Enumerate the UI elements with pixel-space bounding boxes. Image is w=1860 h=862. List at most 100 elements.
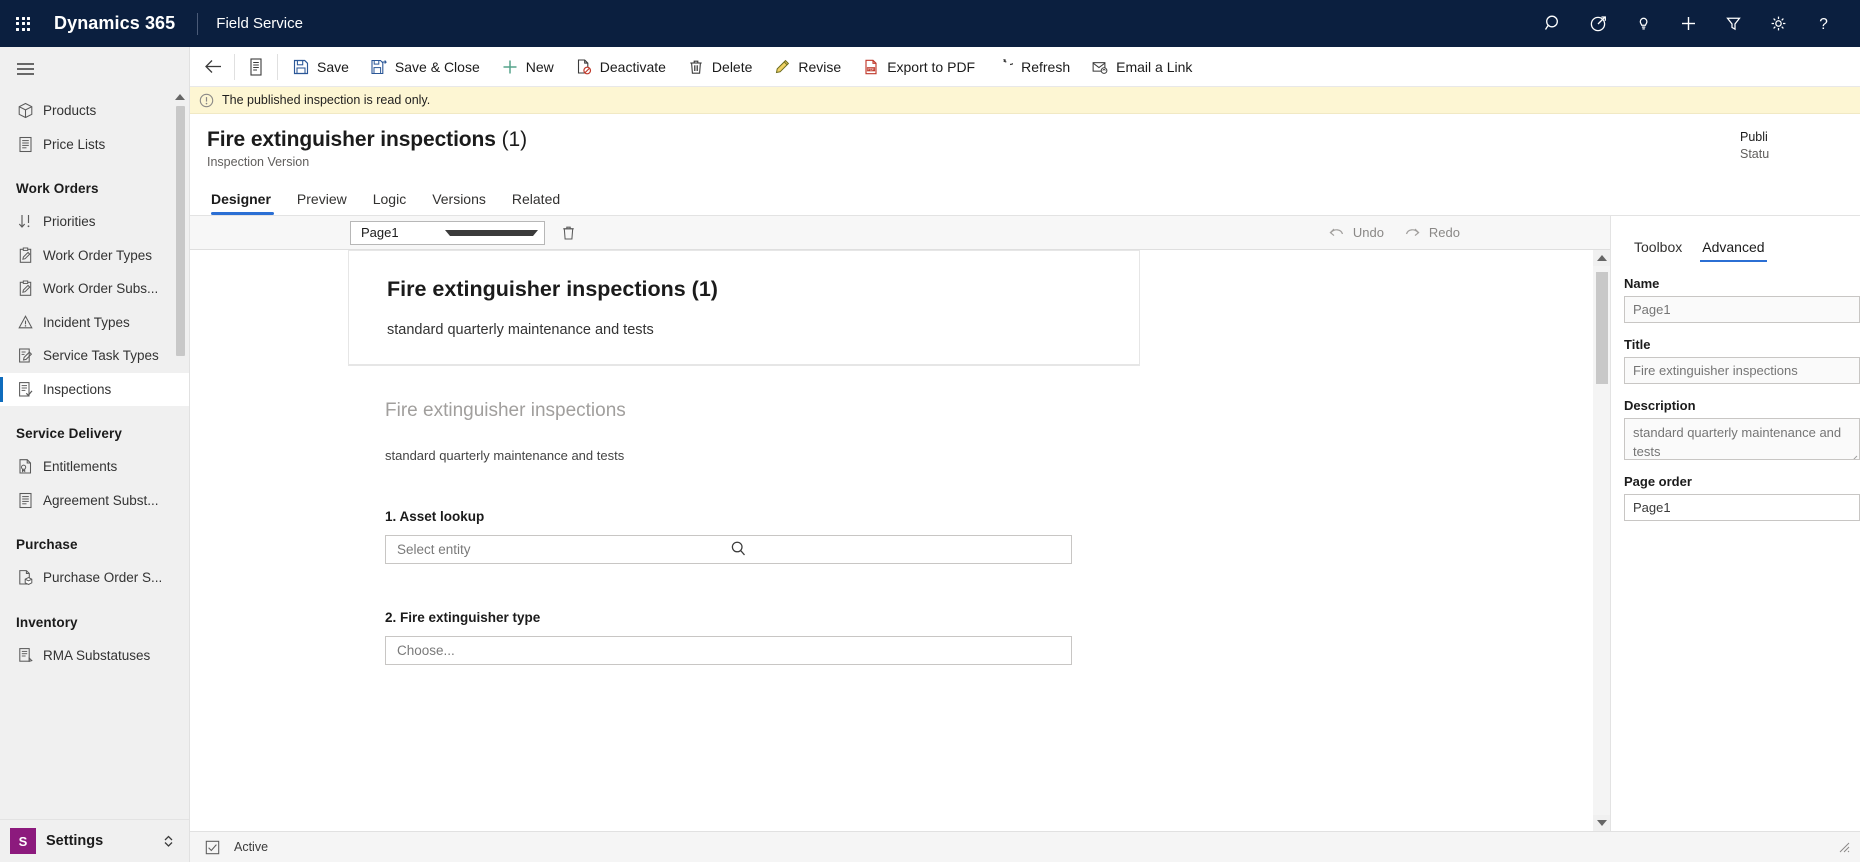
redo-button[interactable]: Redo [1404, 225, 1460, 240]
delete-button[interactable]: Delete [677, 50, 763, 84]
property-label: Title [1624, 337, 1651, 352]
sidebar-item-priorities[interactable]: Priorities [0, 205, 189, 239]
refresh-label: Refresh [1021, 58, 1071, 75]
status-field-value: Statu [1740, 147, 1770, 161]
sidebar-scrollbar[interactable] [174, 90, 186, 862]
sidebar-item-work-order-subs[interactable]: Work Order Subs... [0, 272, 189, 306]
app-launcher-icon[interactable] [0, 0, 46, 47]
canvas-scroll-thumb[interactable] [1596, 272, 1608, 384]
canvas-scroll-viewport: Fire extinguisher inspections (1) standa… [190, 250, 1592, 831]
sidebar-item-label: Priorities [43, 214, 96, 230]
tab-logic[interactable]: Logic [360, 191, 419, 215]
window-resize-grip[interactable] [1838, 841, 1850, 853]
property-label: Page order [1624, 474, 1692, 489]
save-button-label: Save [317, 58, 349, 75]
chevron-updown-icon[interactable] [163, 834, 174, 848]
email-a-link-button[interactable]: Email a Link [1081, 50, 1203, 84]
filter-icon[interactable] [1711, 0, 1756, 47]
form-doc-icon[interactable] [239, 50, 273, 84]
property-field-title: Title Fire extinguisher inspections [1624, 337, 1860, 384]
sidebar-items-list: Products Price Lists Work Orders Priorities… [0, 90, 189, 672]
sidebar-item-work-order-types[interactable]: Work Order Types [0, 239, 189, 273]
save-status-icon[interactable] [204, 839, 220, 855]
tab-versions[interactable]: Versions [419, 191, 499, 215]
canvas-scrollbar[interactable] [1592, 250, 1610, 831]
scroll-up-icon[interactable] [1593, 250, 1610, 266]
tab-designer[interactable]: Designer [207, 191, 284, 215]
lightbulb-icon[interactable] [1621, 0, 1666, 47]
chevron-down-icon [444, 229, 538, 236]
task-pen-icon [16, 347, 34, 365]
resize-grip-icon[interactable] [1849, 449, 1858, 459]
sidebar-scroll-thumb[interactable] [176, 106, 185, 356]
question-block[interactable]: 1. Asset lookup Select entity [385, 509, 1140, 564]
form-description-text[interactable]: standard quarterly maintenance and tests [385, 448, 1140, 463]
panel-tab-advanced[interactable]: Advanced [1692, 239, 1774, 262]
sidebar-item-price-lists[interactable]: Price Lists [0, 128, 189, 162]
page-order-input[interactable]: Page1 [1624, 494, 1860, 521]
refresh-button[interactable]: Refresh [986, 50, 1081, 84]
description-textarea[interactable]: standard quarterly maintenance and tests [1624, 418, 1860, 460]
delete-page-button[interactable] [555, 220, 581, 246]
redo-label: Redo [1428, 225, 1460, 240]
hamburger-icon[interactable] [0, 47, 189, 90]
extinguisher-type-input[interactable]: Choose... [385, 636, 1072, 665]
sidebar-item-agreement-subst[interactable]: Agreement Subst... [0, 484, 189, 518]
asset-lookup-input[interactable]: Select entity [385, 535, 1072, 564]
page-title: Fire extinguisher inspections (1) [207, 128, 1860, 152]
sidebar-group-work-orders: Work Orders [16, 181, 99, 196]
property-field-page-order: Page order Page1 [1624, 474, 1860, 521]
app-name[interactable]: Field Service [216, 15, 303, 32]
panel-tab-toolbox[interactable]: Toolbox [1624, 239, 1692, 262]
gear-icon[interactable] [1756, 0, 1801, 47]
properties-panel-body: Name Page1 Title Fire extinguisher inspe… [1611, 262, 1860, 535]
new-button[interactable]: New [491, 50, 565, 84]
sidebar-item-entitlements[interactable]: Entitlements [0, 450, 189, 484]
deactivate-button[interactable]: Deactivate [565, 50, 677, 84]
revise-button[interactable]: Revise [763, 50, 852, 84]
search-icon[interactable] [730, 540, 1063, 560]
pencil-icon [774, 59, 790, 75]
form-card-header[interactable]: Fire extinguisher inspections (1) standa… [348, 250, 1140, 366]
scroll-up-icon[interactable] [174, 90, 186, 103]
warning-triangle-icon [16, 313, 34, 331]
sidebar-item-label: Purchase Order S... [43, 570, 163, 586]
name-input[interactable]: Page1 [1624, 296, 1860, 323]
form-tab-strip: Designer Preview Logic Versions Related [190, 178, 1860, 216]
form-title-placeholder[interactable]: Fire extinguisher inspections [385, 400, 1140, 422]
export-to-pdf-label: Export to PDF [887, 58, 976, 75]
sidebar-group-service-delivery: Service Delivery [16, 426, 122, 441]
deactivate-label: Deactivate [599, 58, 666, 75]
scroll-down-icon[interactable] [1593, 815, 1610, 831]
tab-related[interactable]: Related [499, 191, 573, 215]
property-field-name: Name Page1 [1624, 276, 1860, 323]
search-icon[interactable] [1531, 0, 1576, 47]
sidebar-item-incident-types[interactable]: Incident Types [0, 306, 189, 340]
clipboard-pen-icon [16, 246, 34, 264]
back-arrow-icon[interactable] [196, 50, 230, 84]
list-doc-icon [16, 491, 34, 509]
page-selector-dropdown[interactable]: Page1 [350, 220, 545, 245]
trash-icon [688, 59, 704, 75]
property-label: Name [1624, 276, 1660, 291]
sidebar-item-products[interactable]: Products [0, 94, 189, 128]
question-block[interactable]: 2. Fire extinguisher type Choose... [385, 610, 1140, 665]
sidebar-item-service-task-types[interactable]: Service Task Types [0, 339, 189, 373]
export-to-pdf-button[interactable]: PDF Export to PDF [852, 50, 986, 84]
sidebar-item-purchase-order-s[interactable]: Purchase Order S... [0, 561, 189, 595]
brand-title[interactable]: Dynamics 365 [54, 13, 175, 34]
save-button[interactable]: Save [282, 50, 360, 84]
undo-button[interactable]: Undo [1328, 225, 1384, 240]
tab-preview[interactable]: Preview [284, 191, 360, 215]
save-and-close-label: Save & Close [394, 58, 480, 75]
sidebar-item-settings[interactable]: S Settings [0, 819, 189, 862]
assistant-icon[interactable] [1576, 0, 1621, 47]
plus-icon[interactable] [1666, 0, 1711, 47]
sidebar-item-inspections[interactable]: Inspections [0, 372, 189, 406]
save-and-close-button[interactable]: Save & Close [360, 50, 491, 84]
description-value: standard quarterly maintenance and tests [1633, 425, 1842, 459]
title-input[interactable]: Fire extinguisher inspections [1624, 357, 1860, 384]
sitemap-sidebar: Products Price Lists Work Orders Priorities… [0, 47, 190, 862]
sidebar-item-rma-substatuses[interactable]: RMA Substatuses [0, 639, 189, 673]
help-icon[interactable]: ? [1801, 0, 1846, 47]
